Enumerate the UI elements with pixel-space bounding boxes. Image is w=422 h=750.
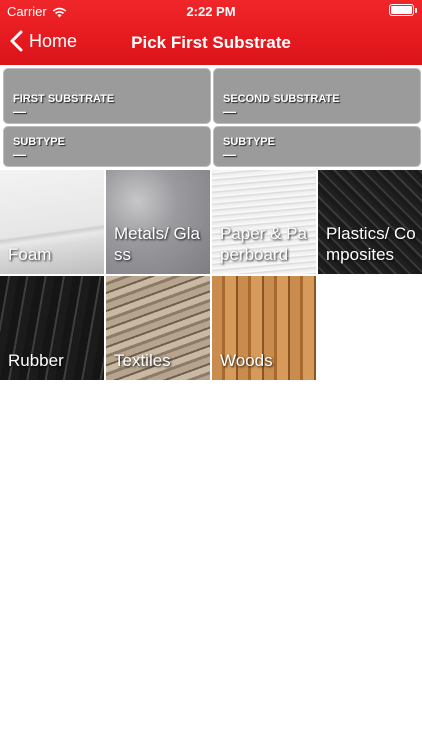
substrate-tile-label: Textiles — [114, 351, 171, 370]
substrate-tile-label: Woods — [220, 351, 273, 370]
first-substrate-value: — — [13, 104, 26, 119]
substrate-tile-label: Metals/ Glass — [114, 224, 200, 264]
substrate-tile-label: Plastics/ Composites — [326, 224, 416, 264]
first-subtype-value: — — [13, 147, 26, 162]
navigation-bar: Home Pick First Substrate — [0, 22, 422, 65]
first-subtype-field[interactable]: SUBTYPE — — [3, 126, 211, 167]
substrate-tile-foam[interactable]: Foam — [0, 170, 104, 274]
status-bar: Carrier 2:22 PM — [0, 0, 422, 22]
substrate-tile-metals-glass[interactable]: Metals/ Glass — [106, 170, 210, 274]
second-subtype-field[interactable]: SUBTYPE — — [213, 126, 421, 167]
app-header: Carrier 2:22 PM Home Pick First Substrat… — [0, 0, 422, 65]
battery-icon — [389, 4, 417, 16]
selection-panel: FIRST SUBSTRATE — SECOND SUBSTRATE — SUB… — [0, 65, 422, 170]
substrate-tile-paper-paperboard[interactable]: Paper & Paperboard — [212, 170, 316, 274]
substrate-tile-rubber[interactable]: Rubber — [0, 276, 104, 380]
first-substrate-field[interactable]: FIRST SUBSTRATE — — [3, 68, 211, 124]
second-substrate-value: — — [223, 104, 236, 119]
page-title: Pick First Substrate — [131, 33, 291, 52]
substrate-tile-plastics-composites[interactable]: Plastics/ Composites — [318, 170, 422, 274]
second-subtype-value: — — [223, 147, 236, 162]
substrate-tile-label: Foam — [8, 245, 52, 264]
first-substrate-label: FIRST SUBSTRATE — [13, 93, 115, 105]
second-substrate-label: SECOND SUBSTRATE — [223, 93, 340, 105]
substrate-tile-textiles[interactable]: Textiles — [106, 276, 210, 380]
substrate-tile-woods[interactable]: Woods — [212, 276, 316, 380]
second-substrate-field[interactable]: SECOND SUBSTRATE — — [213, 68, 421, 124]
substrate-tile-label: Rubber — [8, 351, 64, 370]
clock: 2:22 PM — [186, 4, 236, 19]
substrate-tile-label: Paper & Paperboard — [220, 224, 307, 264]
